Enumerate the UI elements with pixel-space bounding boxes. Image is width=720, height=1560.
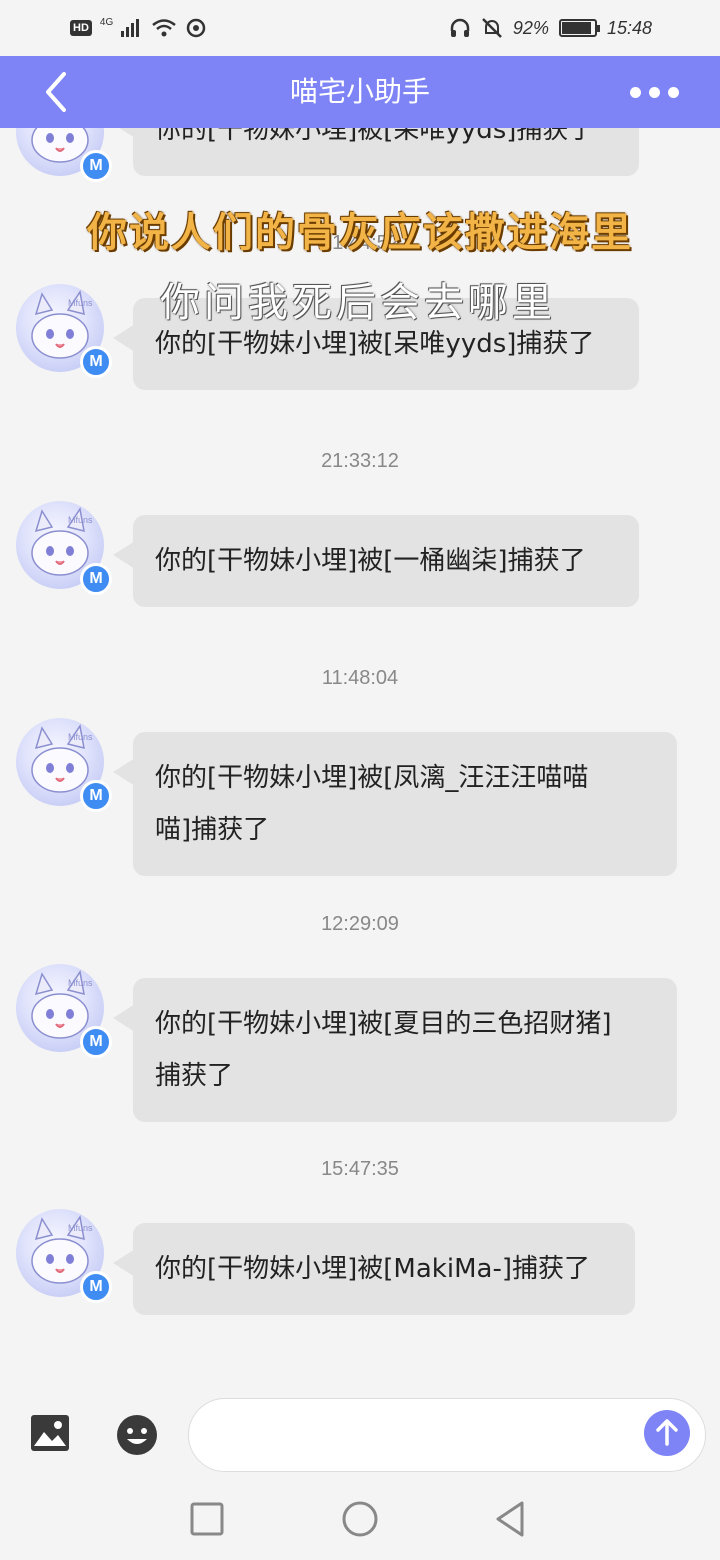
send-arrow-icon [656, 1419, 678, 1446]
network-type: 4G [99, 16, 114, 28]
battery-percent: 92% [512, 17, 549, 38]
message-bubble[interactable]: 你的[干物妹小埋]被[呆唯yyds]捕获了 [113, 128, 639, 176]
overlay-lyric-line-1: 你说人们的骨灰应该撒进海里 [87, 209, 633, 256]
timestamp: 11:48:04 [321, 667, 399, 689]
message-text: 你的[干物妹小埋]被[呆唯yyds]捕获了 [155, 128, 595, 145]
message-bubble[interactable]: 你的[干物妹小埋]被[MakiMa-]捕获了 [113, 1223, 635, 1315]
avatar[interactable]: M [16, 128, 112, 182]
avatar[interactable]: Mfuns M [16, 964, 112, 1058]
svg-text:Mfuns: Mfuns [68, 978, 93, 988]
composer-bar [0, 1390, 720, 1480]
svg-text:Mfuns: Mfuns [68, 732, 93, 742]
status-bar: HD 4G 92% 15:48 [0, 0, 720, 56]
back-nav-button[interactable] [490, 1498, 532, 1540]
status-left: HD 4G [70, 14, 207, 42]
system-nav-bar [0, 1480, 720, 1560]
message-bubble[interactable]: 你的[干物妹小埋]被[一桶幽柒]捕获了 [113, 515, 639, 607]
m-badge: M [80, 150, 112, 182]
sync-icon [186, 18, 206, 38]
m-badge: M [80, 1271, 112, 1303]
square-icon [190, 1502, 224, 1536]
message-text-cont: 喵]捕获了 [155, 815, 270, 845]
timestamp: 15:47:35 [321, 1158, 399, 1180]
more-dot [629, 86, 641, 98]
message-text: 你的[干物妹小埋]被[凤漓_汪汪汪喵喵 [155, 763, 589, 793]
m-badge: M [80, 780, 112, 812]
wifi-icon [152, 19, 177, 37]
message-bubble[interactable]: 你的[干物妹小埋]被[夏目的三色招财猪] 捕获了 [113, 978, 677, 1122]
hd-badge: HD [70, 20, 92, 36]
status-right: 92% 15:48 [449, 14, 652, 42]
more-button[interactable] [626, 80, 682, 104]
triangle-back-icon [496, 1501, 524, 1537]
emoji-button[interactable] [116, 1414, 158, 1456]
battery-fill [561, 22, 592, 34]
home-button[interactable] [339, 1498, 381, 1540]
message-text: 你的[干物妹小埋]被[一桶幽柒]捕获了 [155, 546, 586, 576]
m-badge: M [80, 1026, 112, 1058]
emoji-icon [117, 1415, 157, 1455]
overlay-lyric-line-2: 你问我死后会去哪里 [160, 280, 556, 326]
avatar[interactable]: Mfuns M [16, 1209, 112, 1303]
timestamp: 12:29:09 [321, 913, 399, 935]
send-button[interactable] [644, 1410, 690, 1456]
image-button[interactable] [30, 1414, 70, 1452]
signal-icon [121, 19, 140, 37]
app-bar: 喵宅小助手 [0, 56, 720, 128]
message-text-cont: 捕获了 [155, 1061, 234, 1091]
svg-text:Mfuns: Mfuns [68, 1223, 93, 1233]
recents-button[interactable] [186, 1498, 228, 1540]
timestamp: 21:33:12 [321, 450, 399, 472]
mute-bell-icon [482, 18, 502, 38]
avatar[interactable]: Mfuns M [16, 284, 112, 378]
more-dot [648, 86, 660, 98]
message-text: 你的[干物妹小埋]被[MakiMa-]捕获了 [155, 1254, 590, 1284]
more-dot [667, 86, 679, 98]
headphones-icon [450, 18, 470, 37]
message-bubble[interactable]: 你的[干物妹小埋]被[凤漓_汪汪汪喵喵 喵]捕获了 [113, 732, 677, 876]
avatar[interactable]: Mfuns M [16, 718, 112, 812]
battery-icon [558, 19, 600, 37]
page-title: 喵宅小助手 [289, 75, 430, 108]
m-badge: M [80, 346, 112, 378]
svg-text:Mfuns: Mfuns [68, 298, 93, 308]
m-badge: M [80, 563, 112, 595]
image-icon [31, 1415, 69, 1451]
avatar[interactable]: Mfuns M [16, 501, 112, 595]
clock: 15:48 [606, 17, 652, 38]
message-input[interactable] [188, 1398, 706, 1472]
message-text: 你的[干物妹小埋]被[夏目的三色招财猪] [155, 1009, 612, 1039]
circle-icon [342, 1501, 378, 1537]
svg-text:Mfuns: Mfuns [68, 515, 93, 525]
